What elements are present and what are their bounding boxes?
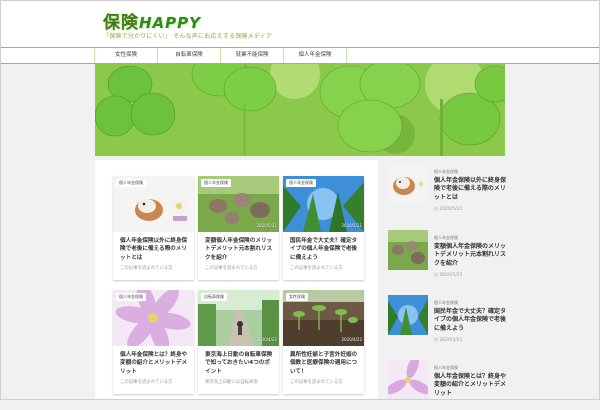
article-card[interactable]: 個人年金保険 2020/5/21 変額個人年金保険のメリットデメリット元本割れリ…	[198, 176, 279, 280]
article-card[interactable]: 個人年金保険 2020/5/21 国民年金で大丈夫？確定タイプの個人年金保険で老…	[283, 176, 364, 280]
sidebar-article-date: ◷ 2020/5/21	[434, 273, 463, 278]
nav-item-pension-insurance[interactable]: 個人年金保険	[284, 48, 347, 63]
category-tag[interactable]: 自転車保険	[201, 293, 227, 301]
article-title[interactable]: 異所性妊娠と子宮外妊娠の個数と医療保険の適用について！	[290, 351, 360, 376]
category-tag[interactable]: 女性保険	[286, 293, 308, 301]
article-title[interactable]: 東京海上日動の自転車保険で知っておきたい4つのポイント	[205, 351, 275, 376]
sidebar-article-title[interactable]: 個人年金保険以外に終身保険で老後に備える際のメリットとは	[434, 177, 506, 202]
sidebar-thumbnail	[388, 164, 428, 204]
logo-latin-text: HAPPY	[139, 14, 202, 32]
site-logo[interactable]: 保険HAPPY	[103, 8, 201, 33]
article-card[interactable]: 個人年金保険 個人年金保険以外に終身保険で老後に備える際のメリットとは この記事…	[113, 176, 194, 280]
article-title[interactable]: 国民年金で大丈夫？確定タイプの個人年金保険で老後に備えよう	[290, 237, 360, 262]
article-snippet: この記事を読まれている方	[290, 380, 343, 385]
nav-item-bicycle-insurance[interactable]: 自転車保険	[158, 48, 221, 63]
logo-main-text: 保険	[103, 13, 139, 33]
article-card[interactable]: 自転車保険 2020/4/22 東京海上日動の自転車保険で知っておきたい4つのポ…	[198, 290, 279, 394]
sidebar-article-title[interactable]: 変額個人年金保険のメリットデメリット元本割れリスクを紹介	[434, 243, 506, 268]
sidebar-thumbnail	[388, 230, 428, 270]
sidebar-article-title[interactable]: 個人年金保険とは？終身や変額の紹介とメリットデメリット	[434, 373, 506, 398]
sidebar-article-date: ◷ 2020/5/21	[434, 338, 463, 343]
article-card[interactable]: 女性保険 2020/4/22 異所性妊娠と子宮外妊娠の個数と医療保険の適用につい…	[283, 290, 364, 394]
article-snippet: 東京海上日動には自転車保	[205, 380, 258, 385]
article-grid: 個人年金保険 個人年金保険以外に終身保険で老後に備える際のメリットとは この記事…	[95, 160, 378, 400]
sidebar-article[interactable]: 個人年金保険 国民年金で大丈夫？確定タイプの個人年金保険で老後に備えよう ◷ 2…	[388, 295, 506, 345]
article-snippet: この記事を読まれている方	[120, 266, 173, 271]
article-title[interactable]: 個人年金保険以外に終身保険で老後に備える際のメリットとは	[120, 237, 190, 262]
category-tag[interactable]: 個人年金保険	[116, 179, 146, 187]
nav-item-disability-insurance[interactable]: 就業不能保険	[221, 48, 284, 63]
category-tag[interactable]: 個人年金保険	[116, 293, 146, 301]
sidebar-category-tag[interactable]: 個人年金保険	[434, 300, 458, 306]
article-snippet: この記事を読まれている方	[205, 266, 258, 271]
article-snippet: この記事を読まれている方	[120, 380, 173, 385]
global-nav: 女性保険 自転車保険 就業不能保険 個人年金保険	[0, 47, 600, 64]
sidebar-article-title[interactable]: 国民年金で大丈夫？確定タイプの個人年金保険で老後に備えよう	[434, 308, 506, 333]
article-card[interactable]: 個人年金保険 個人年金保険とは？終身や変額の紹介とメリットデメリット この記事を…	[113, 290, 194, 394]
sidebar-category-tag[interactable]: 個人年金保険	[434, 235, 458, 241]
sidebar-thumbnail	[388, 360, 428, 400]
category-tag[interactable]: 個人年金保険	[286, 179, 316, 187]
site-header: 保険HAPPY 「保険で分かりにくい」 そんな声にお応えする保険メディア	[0, 0, 600, 47]
article-title[interactable]: 個人年金保険とは？終身や変額の紹介とメリットデメリット	[120, 351, 190, 376]
category-tag[interactable]: 個人年金保険	[201, 179, 231, 187]
sidebar-article[interactable]: 個人年金保険 個人年金保険とは？終身や変額の紹介とメリットデメリット	[388, 360, 506, 410]
sidebar-article-date: ◷ 2020/5/21	[434, 207, 463, 212]
sidebar-thumbnail	[388, 295, 428, 335]
hero-image	[95, 64, 505, 156]
sidebar-article[interactable]: 個人年金保険 変額個人年金保険のメリットデメリット元本割れリスクを紹介 ◷ 20…	[388, 230, 506, 280]
site-tagline: 「保険で分かりにくい」 そんな声にお応えする保険メディア	[103, 33, 272, 40]
nav-item-womens-insurance[interactable]: 女性保険	[94, 48, 158, 63]
sidebar-category-tag[interactable]: 個人年金保険	[434, 169, 458, 175]
article-snippet: この記事を読まれている方	[290, 266, 343, 271]
sidebar-category-tag[interactable]: 個人年金保険	[434, 365, 458, 371]
article-title[interactable]: 変額個人年金保険のメリットデメリット元本割れリスクを紹介	[205, 237, 275, 262]
sidebar-article[interactable]: 個人年金保険 個人年金保険以外に終身保険で老後に備える際のメリットとは ◷ 20…	[388, 164, 506, 214]
